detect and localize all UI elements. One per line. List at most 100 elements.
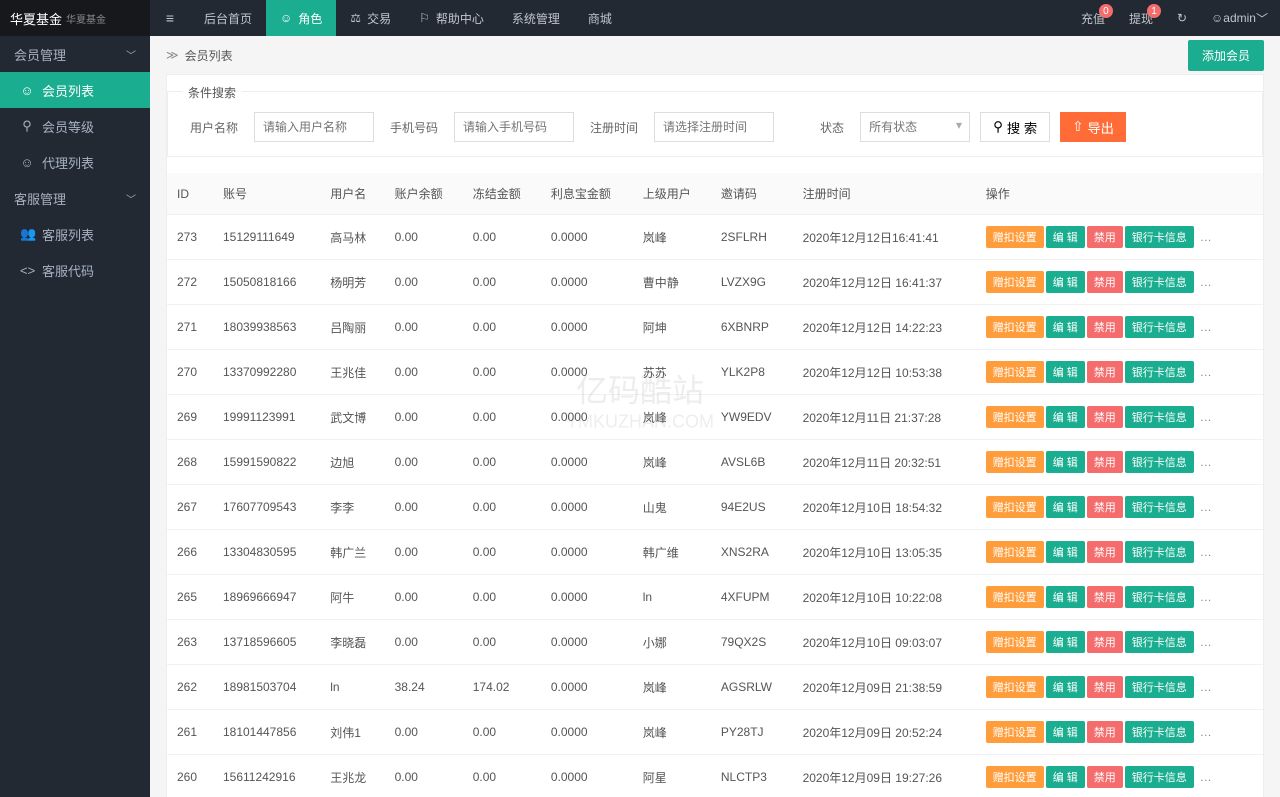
action-bankcard-button[interactable]: 银行卡信息 bbox=[1125, 226, 1194, 248]
nav-mall[interactable]: 商城 bbox=[574, 0, 626, 36]
more-actions-button[interactable]: … bbox=[1196, 545, 1216, 559]
search-button[interactable]: ⚲搜 索 bbox=[980, 112, 1050, 142]
action-bankcard-button[interactable]: 银行卡信息 bbox=[1125, 586, 1194, 608]
cell-actions: 赠扣设置编 辑禁用银行卡信息… bbox=[976, 710, 1263, 755]
topbar-refresh[interactable]: ↻ bbox=[1165, 0, 1199, 36]
action-bankcard-button[interactable]: 银行卡信息 bbox=[1125, 631, 1194, 653]
action-edit-button[interactable]: 编 辑 bbox=[1046, 361, 1085, 383]
action-edit-button[interactable]: 编 辑 bbox=[1046, 271, 1085, 293]
sidebar-item-service-code[interactable]: <> 客服代码 bbox=[0, 252, 150, 288]
more-actions-button[interactable]: … bbox=[1196, 500, 1216, 514]
sidebar-item-agent-list[interactable]: ☺ 代理列表 bbox=[0, 144, 150, 180]
cell-account: 13370992280 bbox=[213, 350, 320, 395]
action-edit-button[interactable]: 编 辑 bbox=[1046, 631, 1085, 653]
action-reward-button[interactable]: 赠扣设置 bbox=[986, 451, 1044, 473]
action-disable-button[interactable]: 禁用 bbox=[1087, 271, 1123, 293]
action-disable-button[interactable]: 禁用 bbox=[1087, 766, 1123, 788]
topbar-recharge[interactable]: 充值 0 bbox=[1069, 0, 1117, 36]
action-reward-button[interactable]: 赠扣设置 bbox=[986, 406, 1044, 428]
action-disable-button[interactable]: 禁用 bbox=[1087, 496, 1123, 518]
username-input[interactable] bbox=[254, 112, 374, 142]
action-reward-button[interactable]: 赠扣设置 bbox=[986, 541, 1044, 563]
action-disable-button[interactable]: 禁用 bbox=[1087, 406, 1123, 428]
cell-actions: 赠扣设置编 辑禁用银行卡信息… bbox=[976, 575, 1263, 620]
more-actions-button[interactable]: … bbox=[1196, 635, 1216, 649]
action-bankcard-button[interactable]: 银行卡信息 bbox=[1125, 721, 1194, 743]
action-disable-button[interactable]: 禁用 bbox=[1087, 316, 1123, 338]
regtime-input[interactable] bbox=[654, 112, 774, 142]
sidebar-item-service-list[interactable]: 👥 客服列表 bbox=[0, 216, 150, 252]
action-reward-button[interactable]: 赠扣设置 bbox=[986, 586, 1044, 608]
action-bankcard-button[interactable]: 银行卡信息 bbox=[1125, 766, 1194, 788]
action-bankcard-button[interactable]: 银行卡信息 bbox=[1125, 541, 1194, 563]
action-disable-button[interactable]: 禁用 bbox=[1087, 631, 1123, 653]
action-edit-button[interactable]: 编 辑 bbox=[1046, 721, 1085, 743]
action-edit-button[interactable]: 编 辑 bbox=[1046, 676, 1085, 698]
more-actions-button[interactable]: … bbox=[1196, 320, 1216, 334]
cell-reg: 2020年12月11日 21:37:28 bbox=[793, 395, 976, 440]
more-actions-button[interactable]: … bbox=[1196, 770, 1216, 784]
action-reward-button[interactable]: 赠扣设置 bbox=[986, 631, 1044, 653]
search-box: 条件搜索 用户名称 手机号码 注册时间 状态 ▾ bbox=[167, 91, 1263, 157]
more-actions-button[interactable]: … bbox=[1196, 410, 1216, 424]
action-edit-button[interactable]: 编 辑 bbox=[1046, 406, 1085, 428]
nav-help[interactable]: ⚐帮助中心 bbox=[405, 0, 498, 36]
more-actions-button[interactable]: … bbox=[1196, 590, 1216, 604]
action-reward-button[interactable]: 赠扣设置 bbox=[986, 676, 1044, 698]
more-actions-button[interactable]: … bbox=[1196, 230, 1216, 244]
sidebar-group-service[interactable]: 客服管理 ﹀ bbox=[0, 180, 150, 216]
action-disable-button[interactable]: 禁用 bbox=[1087, 676, 1123, 698]
sidebar-group-member[interactable]: 会员管理 ﹀ bbox=[0, 36, 150, 72]
more-actions-button[interactable]: … bbox=[1196, 725, 1216, 739]
breadcrumb: ≫ 会员列表 添加会员 bbox=[150, 36, 1280, 74]
col-header: 账户余额 bbox=[385, 173, 463, 215]
action-disable-button[interactable]: 禁用 bbox=[1087, 451, 1123, 473]
action-bankcard-button[interactable]: 银行卡信息 bbox=[1125, 361, 1194, 383]
action-reward-button[interactable]: 赠扣设置 bbox=[986, 496, 1044, 518]
action-bankcard-button[interactable]: 银行卡信息 bbox=[1125, 676, 1194, 698]
action-reward-button[interactable]: 赠扣设置 bbox=[986, 361, 1044, 383]
nav-role[interactable]: ☺角色 bbox=[266, 0, 336, 36]
action-disable-button[interactable]: 禁用 bbox=[1087, 541, 1123, 563]
action-reward-button[interactable]: 赠扣设置 bbox=[986, 271, 1044, 293]
action-reward-button[interactable]: 赠扣设置 bbox=[986, 316, 1044, 338]
action-edit-button[interactable]: 编 辑 bbox=[1046, 766, 1085, 788]
nav-system[interactable]: 系统管理 bbox=[498, 0, 574, 36]
more-actions-button[interactable]: … bbox=[1196, 275, 1216, 289]
action-disable-button[interactable]: 禁用 bbox=[1087, 361, 1123, 383]
more-actions-button[interactable]: … bbox=[1196, 680, 1216, 694]
more-actions-button[interactable]: … bbox=[1196, 365, 1216, 379]
topbar-withdraw[interactable]: 提现 1 bbox=[1117, 0, 1165, 36]
action-reward-button[interactable]: 赠扣设置 bbox=[986, 226, 1044, 248]
sidebar-item-member-list[interactable]: ☺ 会员列表 bbox=[0, 72, 150, 108]
topbar-user-menu[interactable]: ☺ admin ﹀ bbox=[1199, 0, 1280, 36]
sidebar-item-member-level[interactable]: ⚲ 会员等级 bbox=[0, 108, 150, 144]
more-actions-button[interactable]: … bbox=[1196, 455, 1216, 469]
action-edit-button[interactable]: 编 辑 bbox=[1046, 316, 1085, 338]
action-bankcard-button[interactable]: 银行卡信息 bbox=[1125, 271, 1194, 293]
nav-trade[interactable]: ⚖交易 bbox=[336, 0, 405, 36]
action-edit-button[interactable]: 编 辑 bbox=[1046, 541, 1085, 563]
nav-home[interactable]: 后台首页 bbox=[190, 0, 266, 36]
action-bankcard-button[interactable]: 银行卡信息 bbox=[1125, 316, 1194, 338]
action-bankcard-button[interactable]: 银行卡信息 bbox=[1125, 451, 1194, 473]
action-edit-button[interactable]: 编 辑 bbox=[1046, 496, 1085, 518]
action-edit-button[interactable]: 编 辑 bbox=[1046, 451, 1085, 473]
action-disable-button[interactable]: 禁用 bbox=[1087, 586, 1123, 608]
col-header: 邀请码 bbox=[711, 173, 793, 215]
cell-parent: 苏苏 bbox=[633, 350, 711, 395]
export-button[interactable]: ⇧导出 bbox=[1060, 112, 1126, 142]
action-reward-button[interactable]: 赠扣设置 bbox=[986, 766, 1044, 788]
add-member-button[interactable]: 添加会员 bbox=[1188, 40, 1264, 71]
phone-input[interactable] bbox=[454, 112, 574, 142]
menu-toggle-button[interactable]: ≡ bbox=[150, 10, 190, 26]
action-reward-button[interactable]: 赠扣设置 bbox=[986, 721, 1044, 743]
cell-reg: 2020年12月10日 18:54:32 bbox=[793, 485, 976, 530]
action-bankcard-button[interactable]: 银行卡信息 bbox=[1125, 496, 1194, 518]
action-disable-button[interactable]: 禁用 bbox=[1087, 226, 1123, 248]
status-select[interactable] bbox=[860, 112, 970, 142]
action-bankcard-button[interactable]: 银行卡信息 bbox=[1125, 406, 1194, 428]
action-disable-button[interactable]: 禁用 bbox=[1087, 721, 1123, 743]
action-edit-button[interactable]: 编 辑 bbox=[1046, 586, 1085, 608]
action-edit-button[interactable]: 编 辑 bbox=[1046, 226, 1085, 248]
